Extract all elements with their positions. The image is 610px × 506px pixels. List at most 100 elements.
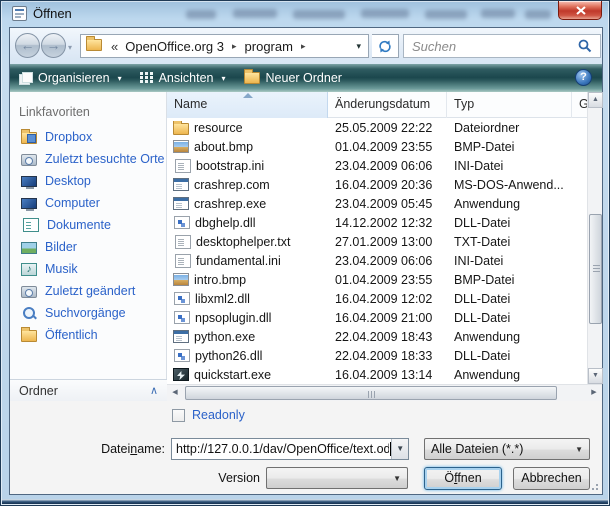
- resize-grip-icon[interactable]: [588, 480, 598, 490]
- views-icon: [140, 72, 153, 84]
- file-row[interactable]: dbghelp.dll 14.12.2002 12:32 DLL-Datei: [167, 213, 587, 232]
- file-row[interactable]: fundamental.ini 23.04.2009 06:06 INI-Dat…: [167, 251, 587, 270]
- help-button[interactable]: ?: [575, 69, 592, 86]
- file-row[interactable]: python.exe 22.04.2009 18:43 Anwendung: [167, 327, 587, 346]
- breadcrumb-separator-icon[interactable]: ▸: [226, 41, 243, 52]
- refresh-icon: [377, 39, 393, 54]
- recently-changed-icon: [21, 286, 37, 298]
- file-row[interactable]: about.bmp 01.04.2009 23:55 BMP-Datei: [167, 137, 587, 156]
- filename-label: Dateiname:: [65, 442, 165, 456]
- folder-file-icon: [173, 123, 189, 135]
- scroll-up-button[interactable]: ▲: [588, 92, 603, 108]
- address-dropdown-icon[interactable]: ▾: [356, 41, 361, 52]
- text-file-icon: [175, 159, 191, 173]
- version-select[interactable]: ▼: [266, 467, 408, 489]
- refresh-button[interactable]: [372, 34, 399, 58]
- forward-button[interactable]: →: [41, 33, 66, 58]
- breadcrumb-segment[interactable]: OpenOffice.org 3: [123, 39, 226, 54]
- sidebar-item-musik[interactable]: ♪ Musik: [10, 258, 166, 280]
- documents-icon: [23, 218, 39, 232]
- dll-file-icon: [174, 349, 190, 362]
- sidebar-item-desktop[interactable]: Desktop: [10, 170, 166, 192]
- file-row[interactable]: quickstart.exe 16.04.2009 13:14 Anwendun…: [167, 365, 587, 384]
- breadcrumb-overflow[interactable]: «: [111, 39, 118, 54]
- column-header-type[interactable]: Typ: [447, 92, 572, 118]
- sidebar-item-suchvorgänge[interactable]: Suchvorgänge: [10, 302, 166, 324]
- vertical-scrollbar-thumb[interactable]: [589, 214, 602, 324]
- filetype-select[interactable]: Alle Dateien (*.*) ▼: [424, 438, 590, 460]
- searches-icon: [21, 306, 37, 320]
- horizontal-scrollbar-thumb[interactable]: [185, 386, 557, 400]
- search-input[interactable]: Suchen: [403, 34, 601, 58]
- file-row[interactable]: libxml2.dll 16.04.2009 12:02 DLL-Datei: [167, 289, 587, 308]
- cancel-button[interactable]: Abbrechen: [513, 467, 590, 490]
- file-row[interactable]: intro.bmp 01.04.2009 23:55 BMP-Datei: [167, 270, 587, 289]
- recent-places-icon: [21, 154, 37, 166]
- open-file-dialog: Öffnen ← → ▾ « OpenOffice.org 3 ▸ progra…: [0, 0, 610, 506]
- dialog-footer: Readonly Dateiname: http://127.0.0.1/dav…: [10, 401, 602, 494]
- chevron-down-icon: ▼: [393, 474, 401, 483]
- folder-icon: [86, 39, 102, 54]
- computer-icon: [21, 198, 37, 209]
- filename-value: http://127.0.0.1/dav/OpenOffice/text.odt: [172, 442, 389, 456]
- window-frame-edge: [2, 499, 608, 504]
- readonly-checkbox[interactable]: [172, 409, 185, 422]
- chevron-down-icon: ▾: [222, 74, 226, 83]
- text-file-icon: [175, 235, 191, 249]
- file-row[interactable]: crashrep.com 16.04.2009 20:36 MS-DOS-Anw…: [167, 175, 587, 194]
- file-row[interactable]: resource 25.05.2009 22:22 Dateiordner: [167, 118, 587, 137]
- chevron-up-icon: ∧: [150, 384, 158, 397]
- organize-label: Organisieren: [38, 71, 110, 85]
- sidebar-item-zuletzt-geändert[interactable]: Zuletzt geändert: [10, 280, 166, 302]
- open-button[interactable]: Öffnen: [424, 467, 502, 490]
- column-header-date[interactable]: Änderungsdatum: [328, 92, 447, 118]
- views-label: Ansichten: [159, 71, 214, 85]
- breadcrumb[interactable]: « OpenOffice.org 3 ▸ program ▸ ▾: [80, 34, 369, 58]
- sidebar-item-dropbox[interactable]: Dropbox: [10, 126, 166, 148]
- column-header-size[interactable]: G: [572, 92, 587, 118]
- history-dropdown-icon[interactable]: ▾: [68, 43, 72, 52]
- new-folder-label: Neuer Ordner: [266, 71, 342, 85]
- version-label: Version: [160, 471, 260, 485]
- sidebar-header: Linkfavoriten: [19, 105, 90, 119]
- file-row[interactable]: python26.dll 22.04.2009 18:33 DLL-Datei: [167, 346, 587, 365]
- filename-dropdown-button[interactable]: ▼: [391, 439, 408, 459]
- filename-input[interactable]: http://127.0.0.1/dav/OpenOffice/text.odt…: [171, 438, 409, 460]
- forward-arrow-icon: →: [47, 37, 61, 53]
- dll-file-icon: [174, 311, 190, 324]
- sidebar-item-computer[interactable]: Computer: [10, 192, 166, 214]
- file-row[interactable]: desktophelper.txt 27.01.2009 13:00 TXT-D…: [167, 232, 587, 251]
- text-file-icon: [175, 254, 191, 268]
- sidebar-item-bilder[interactable]: Bilder: [10, 236, 166, 258]
- horizontal-scrollbar[interactable]: ◀ ▶: [167, 384, 602, 401]
- folders-label: Ordner: [19, 384, 58, 398]
- breadcrumb-segment[interactable]: program: [243, 39, 295, 54]
- file-list: Name Änderungsdatum Typ G resource 25.05…: [167, 92, 602, 401]
- column-header-name[interactable]: Name: [167, 92, 328, 118]
- readonly-label[interactable]: Readonly: [192, 408, 245, 422]
- vertical-scrollbar[interactable]: ▲ ▼: [587, 92, 602, 384]
- file-row[interactable]: npsoplugin.dll 16.04.2009 21:00 DLL-Date…: [167, 308, 587, 327]
- new-folder-button[interactable]: Neuer Ordner: [235, 67, 351, 89]
- file-row[interactable]: crashrep.exe 23.04.2009 05:45 Anwendung: [167, 194, 587, 213]
- main-area: Linkfavoriten Dropbox Zuletzt besuchte O…: [10, 92, 602, 401]
- image-file-icon: [173, 140, 189, 153]
- title-bar[interactable]: Öffnen: [1, 1, 609, 27]
- sidebar-item-zuletzt-besuchte-orte[interactable]: Zuletzt besuchte Orte: [10, 148, 166, 170]
- views-button[interactable]: Ansichten ▾: [131, 67, 235, 89]
- sidebar-item-öffentlich[interactable]: Öffentlich: [10, 324, 166, 346]
- close-button[interactable]: [558, 1, 602, 20]
- file-row[interactable]: bootstrap.ini 23.04.2009 06:06 INI-Datei: [167, 156, 587, 175]
- scroll-down-button[interactable]: ▼: [588, 368, 603, 384]
- app-file-icon: [173, 178, 189, 191]
- app-file-icon: [173, 197, 189, 210]
- chevron-down-icon: ▾: [118, 74, 122, 83]
- organize-icon: [19, 72, 32, 85]
- scroll-right-button[interactable]: ▶: [586, 385, 602, 401]
- folders-expander[interactable]: Ordner ∧: [10, 379, 167, 401]
- scroll-left-button[interactable]: ◀: [167, 385, 183, 401]
- back-button[interactable]: ←: [15, 33, 40, 58]
- sidebar-item-dokumente[interactable]: Dokumente: [10, 214, 166, 236]
- organize-button[interactable]: Organisieren ▾: [10, 67, 131, 89]
- breadcrumb-separator-icon[interactable]: ▸: [295, 41, 312, 52]
